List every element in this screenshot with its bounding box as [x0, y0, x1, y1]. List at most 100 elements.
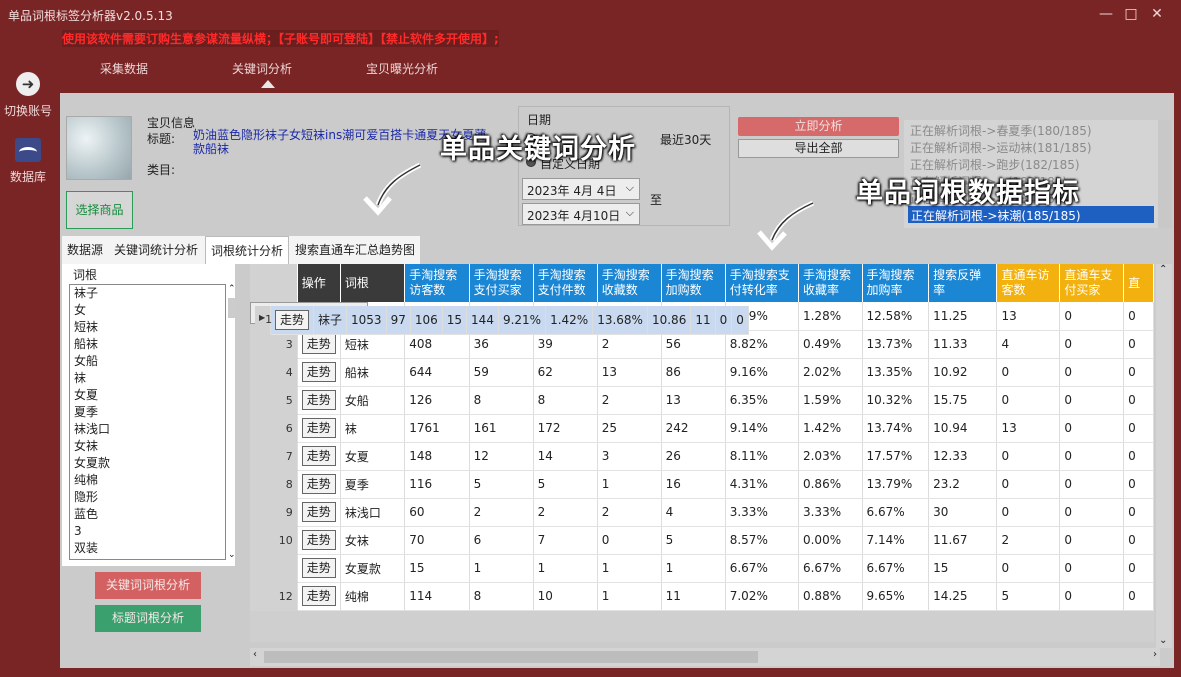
- list-item[interactable]: 短袜: [70, 319, 225, 336]
- row-number: 4: [285, 365, 293, 379]
- trend-button[interactable]: 走势: [301, 446, 336, 466]
- table-cell: 1761: [404, 414, 470, 443]
- trend-button[interactable]: 走势: [275, 309, 310, 330]
- grid-vertical-scrollbar[interactable]: ⌃ ⌄: [1156, 264, 1172, 648]
- table-cell: 14: [533, 442, 598, 471]
- table-cell: 0.86%: [798, 470, 863, 499]
- word-root-list[interactable]: 袜子 女 短袜 船袜 女船 袜 女夏 夏季 袜浅口 女袜 女夏款 纯棉 隐形 蓝…: [69, 284, 226, 560]
- table-cell: 6.35%: [725, 386, 799, 415]
- row-header[interactable]: 6: [250, 414, 298, 443]
- row-header[interactable]: ▶ 1: [255, 306, 272, 335]
- table-row[interactable]: 6 走势袜 1761 161 172 25 242 9.14% 1.42% 13.74% 10.94…: [250, 414, 1154, 443]
- table-row[interactable]: 5 走势 女船 126 8 8 2 13 6.35% 1.59% 10.32% 15.75 0 0 0: [250, 386, 1154, 415]
- row-header[interactable]: [250, 554, 298, 583]
- maximize-icon[interactable]: □: [1121, 6, 1141, 22]
- analyze-button[interactable]: 立即分析: [738, 117, 899, 136]
- trend-button[interactable]: 走势: [301, 530, 336, 550]
- table-row[interactable]: 走势 女夏款 15 1 1 1 1 6.67% 6.67% 6.67% 15 0 0 0: [250, 554, 1154, 583]
- trend-button[interactable]: 走势: [301, 362, 336, 382]
- trend-button[interactable]: 走势: [301, 474, 336, 494]
- database-button[interactable]: 数据库: [0, 138, 56, 185]
- chevron-left-icon: ‹: [253, 649, 257, 660]
- tab-search-trend[interactable]: 搜索直通车汇总趋势图: [290, 236, 420, 264]
- table-cell: 30: [928, 498, 998, 527]
- row-number: 12: [278, 589, 293, 603]
- table-row[interactable]: 4 走势 船袜 644 59 62 13 86 9.16% 2.02% 13.35% 10.92 0 0 0: [250, 358, 1154, 387]
- trend-button[interactable]: 走势: [301, 558, 336, 578]
- table-cell: 2: [597, 386, 662, 415]
- row-header[interactable]: 9: [250, 498, 298, 527]
- list-item[interactable]: 3: [70, 523, 225, 540]
- table-cell: 9.65%: [862, 582, 930, 611]
- list-item[interactable]: 袜子: [70, 285, 225, 302]
- table-cell: 86: [661, 358, 726, 387]
- trend-button[interactable]: 走势: [301, 390, 336, 410]
- list-item[interactable]: 女夏: [70, 387, 225, 404]
- minimize-icon[interactable]: —: [1096, 6, 1116, 22]
- table-row[interactable]: 7 走势 女夏 148 12 14 3 26 8.11% 2.03% 17.57% 12.33 0 0 0: [250, 442, 1154, 471]
- table-cell: 8: [469, 582, 534, 611]
- row-header[interactable]: 10: [250, 526, 298, 555]
- row-header[interactable]: 12: [250, 582, 298, 611]
- table-cell: 5: [661, 526, 726, 555]
- list-item[interactable]: 双装: [70, 540, 225, 557]
- table-row[interactable]: 10 走势 女袜 70 6 7 0 5 8.57% 0.00% 7.14% 11.67 2 0 0: [250, 526, 1154, 555]
- list-item[interactable]: 船袜: [70, 336, 225, 353]
- row-header[interactable]: 7: [250, 442, 298, 471]
- word-root-title: 词根: [71, 266, 100, 283]
- table-cell: 0: [731, 306, 749, 335]
- nav-tab-exposure-analysis[interactable]: 宝贝曝光分析: [366, 60, 438, 77]
- trend-button[interactable]: 走势: [301, 418, 336, 438]
- close-icon[interactable]: ✕: [1147, 6, 1167, 22]
- trend-button[interactable]: 走势: [301, 334, 336, 354]
- table-cell: 0: [1059, 414, 1125, 443]
- table-row[interactable]: 12 走势 纯棉 114 8 10 1 11 7.02% 0.88% 9.65% 14.25 5 0 0: [250, 582, 1154, 611]
- data-grid[interactable]: 操作 词根 手淘搜索访客数 手淘搜索支付买家 手淘搜索支付件数 手淘搜索收藏数 …: [250, 264, 1154, 642]
- trend-button[interactable]: 走势: [301, 502, 336, 522]
- table-cell: 15.75: [928, 386, 998, 415]
- row-header[interactable]: 5: [250, 386, 298, 415]
- list-item[interactable]: 袜浅口: [70, 421, 225, 438]
- list-item[interactable]: 女船: [70, 353, 225, 370]
- keyword-root-analysis-button[interactable]: 关键词词根分析: [95, 572, 201, 599]
- row-header[interactable]: 4: [250, 358, 298, 387]
- tab-data-source[interactable]: 数据源: [62, 236, 108, 264]
- row-header[interactable]: 8: [250, 470, 298, 499]
- list-item[interactable]: 女: [70, 302, 225, 319]
- switch-account-button[interactable]: ➜ 切换账号: [0, 72, 56, 119]
- nav-tab-keyword-analysis[interactable]: 关键词分析: [232, 60, 292, 77]
- start-date-picker[interactable]: 2023年 4月 4日 ⌵: [522, 178, 640, 200]
- log-scrollbar[interactable]: [1158, 120, 1172, 228]
- end-date-picker[interactable]: 2023年 4月10日 ⌵: [522, 203, 640, 225]
- trend-button[interactable]: 走势: [301, 586, 336, 606]
- table-row[interactable]: ▶ 1 走势 袜子 1053 97 106 15 144 9.21% 1.42% 13.68% 10.8…: [250, 302, 749, 335]
- list-item[interactable]: 女夏款: [70, 455, 225, 472]
- table-cell: 2: [533, 498, 598, 527]
- table-cell: 26: [661, 442, 726, 471]
- table-cell: 6.67%: [862, 498, 930, 527]
- list-item[interactable]: 袜: [70, 370, 225, 387]
- table-row[interactable]: 9 走势 袜浅口 60 2 2 2 4 3.33% 3.33% 6.67% 30 0 0 0: [250, 498, 1154, 527]
- export-all-button[interactable]: 导出全部: [738, 139, 899, 158]
- tab-word-root-stats[interactable]: 词根统计分析: [205, 236, 290, 264]
- tab-keyword-stats[interactable]: 关键词统计分析: [109, 236, 203, 264]
- table-cell: 0: [1059, 498, 1125, 527]
- scroll-thumb[interactable]: [228, 298, 236, 318]
- table-cell: 0: [1059, 358, 1125, 387]
- title-root-analysis-button[interactable]: 标题词根分析: [95, 605, 201, 632]
- grid-horizontal-scrollbar[interactable]: ‹ ›: [250, 648, 1160, 666]
- col-header: 直通车访客数: [996, 264, 1061, 302]
- list-item[interactable]: 隐形: [70, 489, 225, 506]
- list-item[interactable]: 夏季: [70, 404, 225, 421]
- list-item[interactable]: 蓝色: [70, 506, 225, 523]
- database-icon: [15, 138, 41, 162]
- word-list-scrollbar[interactable]: ⌃ ⌄: [228, 284, 236, 560]
- table-row[interactable]: 8 走势 夏季 116 5 5 1 16 4.31% 0.86% 13.79% 23.2 0 0 0: [250, 470, 1154, 499]
- list-item[interactable]: 纯棉: [70, 472, 225, 489]
- scroll-thumb[interactable]: [264, 651, 758, 663]
- nav-tab-collect[interactable]: 采集数据: [100, 60, 148, 77]
- col-header-op: 操作: [297, 264, 341, 302]
- table-cell: 25: [597, 414, 662, 443]
- list-item[interactable]: 女袜: [70, 438, 225, 455]
- select-product-button[interactable]: 选择商品: [66, 191, 133, 229]
